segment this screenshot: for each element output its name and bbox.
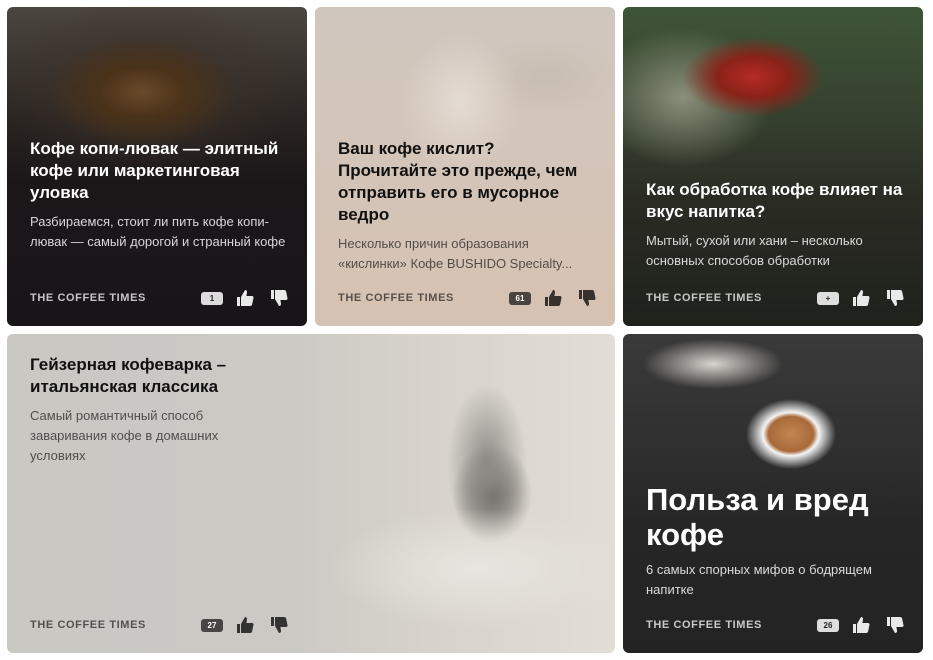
card-footer: THE COFFEE TIMES 27 <box>30 613 291 637</box>
card-text: Польза и вред кофе 6 самых спорных мифов… <box>646 482 905 600</box>
card-actions: 27 <box>201 613 291 637</box>
card-source[interactable]: THE COFFEE TIMES <box>646 619 817 631</box>
card-source[interactable]: THE COFFEE TIMES <box>30 292 201 304</box>
comment-bubble-icon[interactable]: 1 <box>201 291 223 305</box>
thumbs-up-icon[interactable] <box>233 613 257 637</box>
card-footer: THE COFFEE TIMES 26 <box>646 613 907 637</box>
card-actions: 1 <box>201 286 291 310</box>
comment-bubble-icon[interactable]: 26 <box>817 618 839 632</box>
article-card-sour-coffee[interactable]: Ваш кофе кислит? Прочитайте это прежде, … <box>315 7 615 326</box>
card-footer: THE COFFEE TIMES + <box>646 286 907 310</box>
comment-bubble-icon[interactable]: + <box>817 291 839 305</box>
card-title: Гейзерная кофеварка – итальянская класси… <box>30 355 227 396</box>
card-source[interactable]: THE COFFEE TIMES <box>646 292 817 304</box>
card-description: Мытый, сухой или хани – несколько основн… <box>646 233 863 268</box>
thumbs-up-icon[interactable] <box>541 286 565 310</box>
card-title: Польза и вред кофе <box>646 482 869 552</box>
card-description: Несколько причин образования «кислинки» … <box>338 236 573 271</box>
article-card-moka-pot[interactable]: Гейзерная кофеварка – итальянская класси… <box>7 334 615 653</box>
article-card-coffee-benefits[interactable]: Польза и вред кофе 6 самых спорных мифов… <box>623 334 923 653</box>
card-actions: 26 <box>817 613 907 637</box>
comment-bubble-icon[interactable]: 61 <box>509 291 531 305</box>
comment-bubble-icon[interactable]: 27 <box>201 618 223 632</box>
card-text: Кофе копи-лювак — элитный кофе или марке… <box>30 138 289 252</box>
thumbs-down-icon[interactable] <box>575 286 599 310</box>
card-actions: 61 <box>509 286 599 310</box>
thumbs-down-icon[interactable] <box>883 613 907 637</box>
thumbs-down-icon[interactable] <box>267 613 291 637</box>
card-footer: THE COFFEE TIMES 1 <box>30 286 291 310</box>
card-text: Гейзерная кофеварка – итальянская класси… <box>30 354 275 466</box>
thumbs-down-icon[interactable] <box>883 286 907 310</box>
article-card-kopi-luwak[interactable]: Кофе копи-лювак — элитный кофе или марке… <box>7 7 307 326</box>
card-description: Самый романтичный способ заваривания коф… <box>30 408 219 463</box>
card-text: Как обработка кофе влияет на вкус напитк… <box>646 179 905 271</box>
card-actions: + <box>817 286 907 310</box>
thumbs-up-icon[interactable] <box>849 613 873 637</box>
card-source[interactable]: THE COFFEE TIMES <box>338 292 509 304</box>
card-title: Ваш кофе кислит? Прочитайте это прежде, … <box>338 139 578 224</box>
card-text: Ваш кофе кислит? Прочитайте это прежде, … <box>338 138 597 274</box>
card-image-coffee-cherries <box>623 7 923 326</box>
card-description: Разбираемся, стоит ли пить кофе копи-люв… <box>30 214 286 249</box>
card-title: Кофе копи-лювак — элитный кофе или марке… <box>30 139 279 202</box>
thumbs-up-icon[interactable] <box>849 286 873 310</box>
card-source[interactable]: THE COFFEE TIMES <box>30 619 201 631</box>
article-card-coffee-processing[interactable]: Как обработка кофе влияет на вкус напитк… <box>623 7 923 326</box>
card-description: 6 самых спорных мифов о бодрящем напитке <box>646 562 872 597</box>
card-footer: THE COFFEE TIMES 61 <box>338 286 599 310</box>
thumbs-down-icon[interactable] <box>267 286 291 310</box>
thumbs-up-icon[interactable] <box>233 286 257 310</box>
card-title: Как обработка кофе влияет на вкус напитк… <box>646 180 903 221</box>
